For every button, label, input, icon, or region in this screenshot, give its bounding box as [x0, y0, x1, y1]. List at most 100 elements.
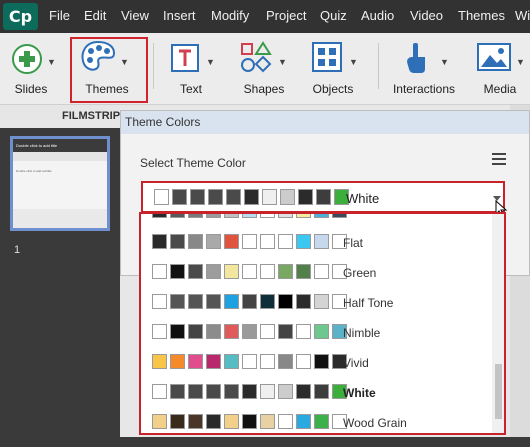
color-swatch	[278, 354, 293, 369]
bottom-strip	[120, 437, 530, 447]
theme-name: Half Tone	[343, 296, 394, 310]
color-swatch	[206, 214, 221, 218]
color-swatch	[298, 189, 313, 205]
text-button[interactable]: ▼ Text	[160, 33, 222, 105]
menu-window[interactable]: Wi	[515, 8, 530, 23]
theme-row[interactable]: Green	[141, 257, 491, 287]
menu-file[interactable]: File	[49, 8, 70, 23]
color-swatch	[296, 264, 311, 279]
color-swatch	[278, 414, 293, 429]
color-swatch	[296, 414, 311, 429]
color-swatch	[152, 414, 167, 429]
scrollbar-thumb[interactable]	[495, 364, 502, 419]
color-swatch	[206, 354, 221, 369]
theme-row[interactable]: Vivid	[141, 347, 491, 377]
menu-themes[interactable]: Themes	[458, 8, 505, 23]
slides-button[interactable]: ▼ Slides	[0, 33, 62, 105]
color-swatch	[260, 294, 275, 309]
theme-color-dropdown[interactable]: White	[141, 181, 505, 213]
color-swatch	[206, 234, 221, 249]
thumb-title: Double click to add title	[13, 139, 107, 152]
theme-row[interactable]: White	[141, 377, 491, 407]
color-swatch	[296, 214, 311, 218]
color-swatch	[314, 414, 329, 429]
color-swatch	[170, 384, 185, 399]
chevron-down-icon: ▼	[278, 57, 287, 67]
color-swatch	[296, 354, 311, 369]
theme-row[interactable]: Half Tone	[141, 287, 491, 317]
theme-name: Flat	[343, 236, 364, 250]
color-swatch	[226, 189, 241, 205]
theme-name: Nimble	[343, 326, 381, 340]
slide-thumbnail[interactable]: Double click to add title Double click t…	[10, 136, 110, 231]
toolbar-divider	[378, 43, 379, 89]
partial-theme-row	[141, 214, 491, 220]
color-swatch	[152, 324, 167, 339]
media-label: Media	[483, 82, 517, 96]
theme-row[interactable]: Wood Grain	[141, 407, 491, 433]
text-box-icon	[171, 44, 199, 72]
color-swatch	[278, 384, 293, 399]
color-swatch	[314, 354, 329, 369]
color-swatch	[188, 234, 203, 249]
interactions-button[interactable]: ▼ Interactions	[386, 33, 462, 105]
image-icon	[477, 43, 511, 71]
color-swatch	[224, 294, 239, 309]
objects-button[interactable]: ▼ Objects	[302, 33, 364, 105]
theme-row[interactable]: Nimble	[141, 317, 491, 347]
menu-audio[interactable]: Audio	[361, 8, 394, 23]
color-swatch	[242, 234, 257, 249]
color-swatch	[170, 234, 185, 249]
select-theme-color-label: Select Theme Color	[140, 156, 246, 170]
menu-project[interactable]: Project	[266, 8, 306, 23]
color-swatch	[190, 189, 205, 205]
theme-name: White	[343, 386, 376, 400]
color-swatch	[224, 324, 239, 339]
color-swatch	[278, 264, 293, 279]
color-swatch	[278, 234, 293, 249]
color-swatch	[242, 324, 257, 339]
theme-row[interactable]: Flat	[141, 227, 491, 257]
panel-title: Theme Colors	[121, 111, 529, 134]
color-swatch	[188, 414, 203, 429]
color-swatch	[314, 384, 329, 399]
menu-view[interactable]: View	[121, 8, 149, 23]
color-swatch	[170, 294, 185, 309]
filmstrip-title: FILMSTRIP	[0, 105, 120, 128]
slide-number: 1	[14, 244, 21, 256]
color-swatch	[314, 264, 329, 279]
color-swatch	[260, 324, 275, 339]
color-swatch	[260, 414, 275, 429]
color-swatch	[260, 234, 275, 249]
color-swatch	[170, 354, 185, 369]
color-swatch	[152, 234, 167, 249]
color-swatch	[224, 414, 239, 429]
media-button[interactable]: ▼ Media	[470, 33, 530, 105]
color-swatch	[332, 214, 347, 218]
color-swatch	[224, 214, 239, 218]
color-swatch	[260, 264, 275, 279]
menu-insert[interactable]: Insert	[163, 8, 196, 23]
menu-modify[interactable]: Modify	[211, 8, 249, 23]
color-swatch	[206, 324, 221, 339]
color-swatch	[170, 324, 185, 339]
color-swatch	[154, 189, 169, 205]
color-swatch	[296, 234, 311, 249]
shapes-button[interactable]: ▼ Shapes	[230, 33, 298, 105]
color-swatch	[242, 294, 257, 309]
color-swatch	[242, 214, 257, 218]
objects-label: Objects	[312, 82, 354, 96]
menu-icon[interactable]	[492, 153, 506, 165]
theme-name: Green	[343, 266, 377, 280]
chevron-down-icon: ▼	[206, 57, 215, 67]
chevron-down-icon: ▼	[349, 57, 358, 67]
app-logo: Cp	[3, 3, 38, 30]
color-swatch	[224, 234, 239, 249]
menu-video[interactable]: Video	[410, 8, 443, 23]
color-swatch	[314, 214, 329, 218]
menu-quiz[interactable]: Quiz	[320, 8, 347, 23]
menu-edit[interactable]: Edit	[84, 8, 106, 23]
selected-theme-name: White	[346, 191, 380, 206]
color-swatch	[208, 189, 223, 205]
chevron-down-icon: ▼	[47, 57, 56, 67]
